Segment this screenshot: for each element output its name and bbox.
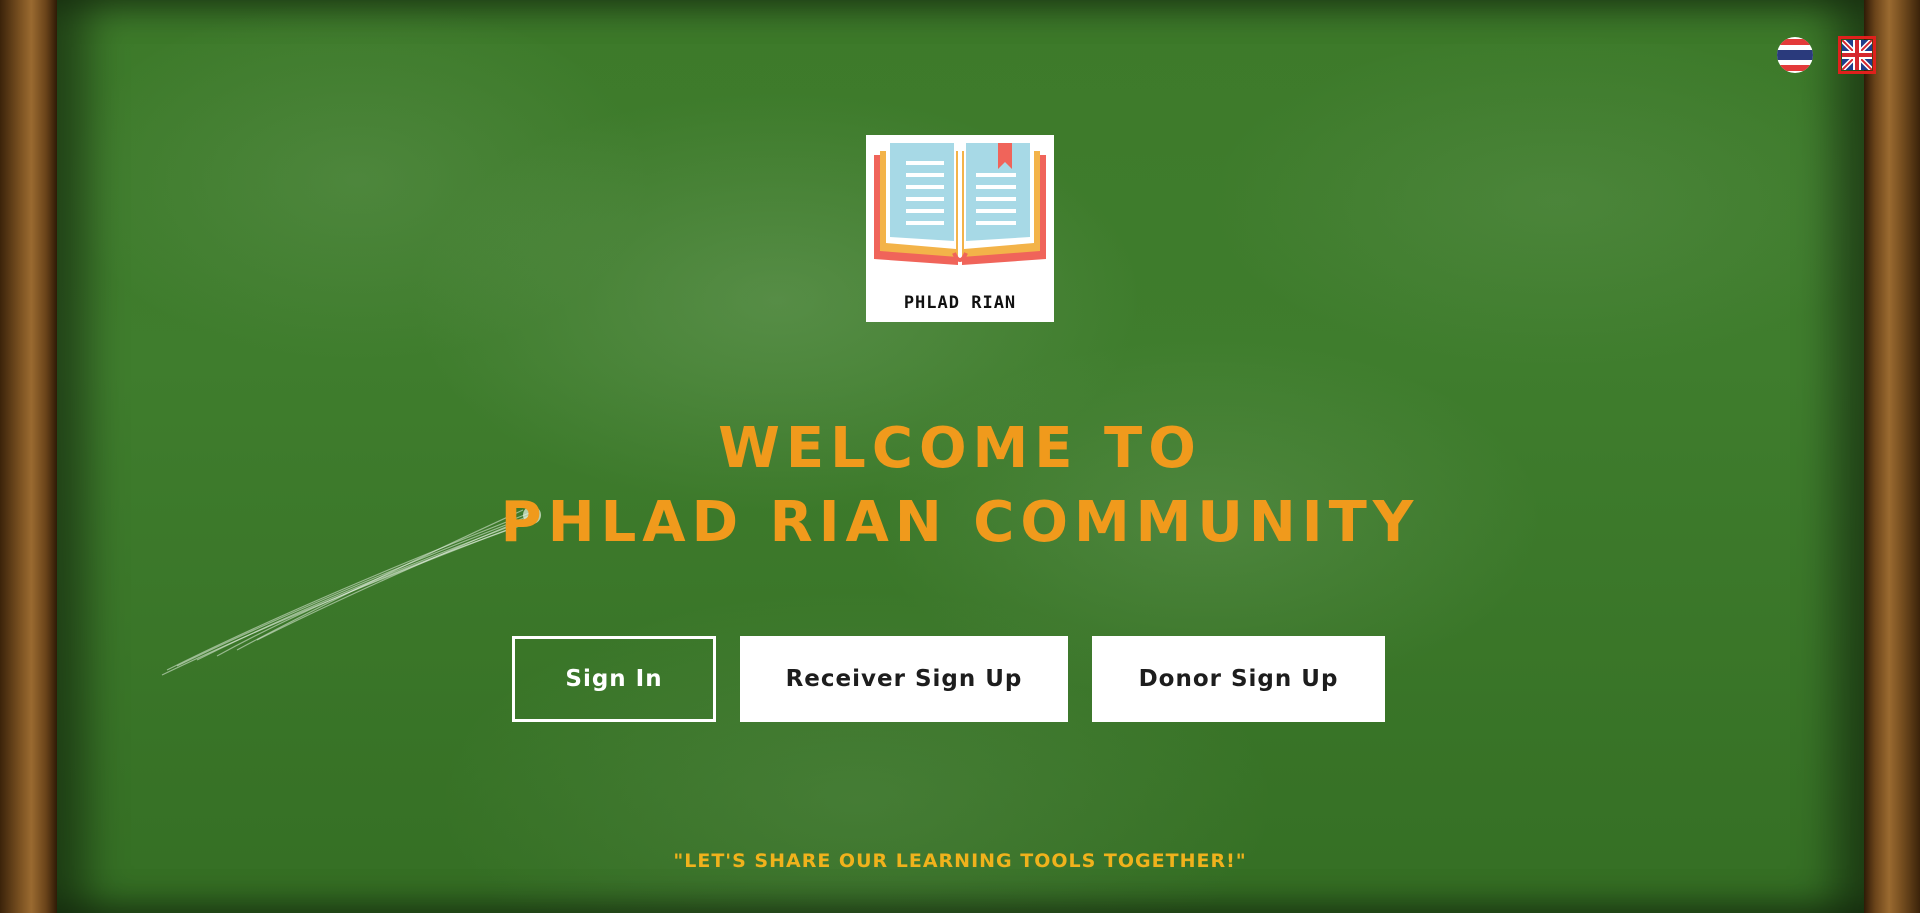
chalkboard-background: PHLAD RIAN WELCOME TO PHLAD RIAN COMMUNI… [0, 0, 1920, 913]
welcome-heading-line1: WELCOME TO [718, 416, 1202, 481]
receiver-sign-up-button[interactable]: Receiver Sign Up [740, 636, 1068, 722]
auth-actions: Sign In Receiver Sign Up Donor Sign Up [512, 636, 1385, 722]
welcome-heading-line2: PHLAD RIAN COMMUNITY [500, 490, 1420, 555]
english-language-button[interactable] [1838, 36, 1876, 74]
thai-flag-icon [1777, 37, 1813, 73]
donor-sign-up-button[interactable]: Donor Sign Up [1092, 636, 1385, 722]
welcome-heading: WELCOME TO PHLAD RIAN COMMUNITY [0, 412, 1920, 560]
uk-flag-icon [1842, 40, 1872, 70]
phlad-rian-logo: PHLAD RIAN [866, 135, 1054, 322]
language-switcher [1776, 36, 1876, 74]
thai-language-button[interactable] [1776, 36, 1814, 74]
tagline: "LET'S SHARE OUR LEARNING TOOLS TOGETHER… [673, 850, 1247, 872]
sign-in-button[interactable]: Sign In [512, 636, 716, 722]
open-book-icon [874, 143, 1046, 265]
logo-wordmark: PHLAD RIAN [903, 293, 1017, 313]
